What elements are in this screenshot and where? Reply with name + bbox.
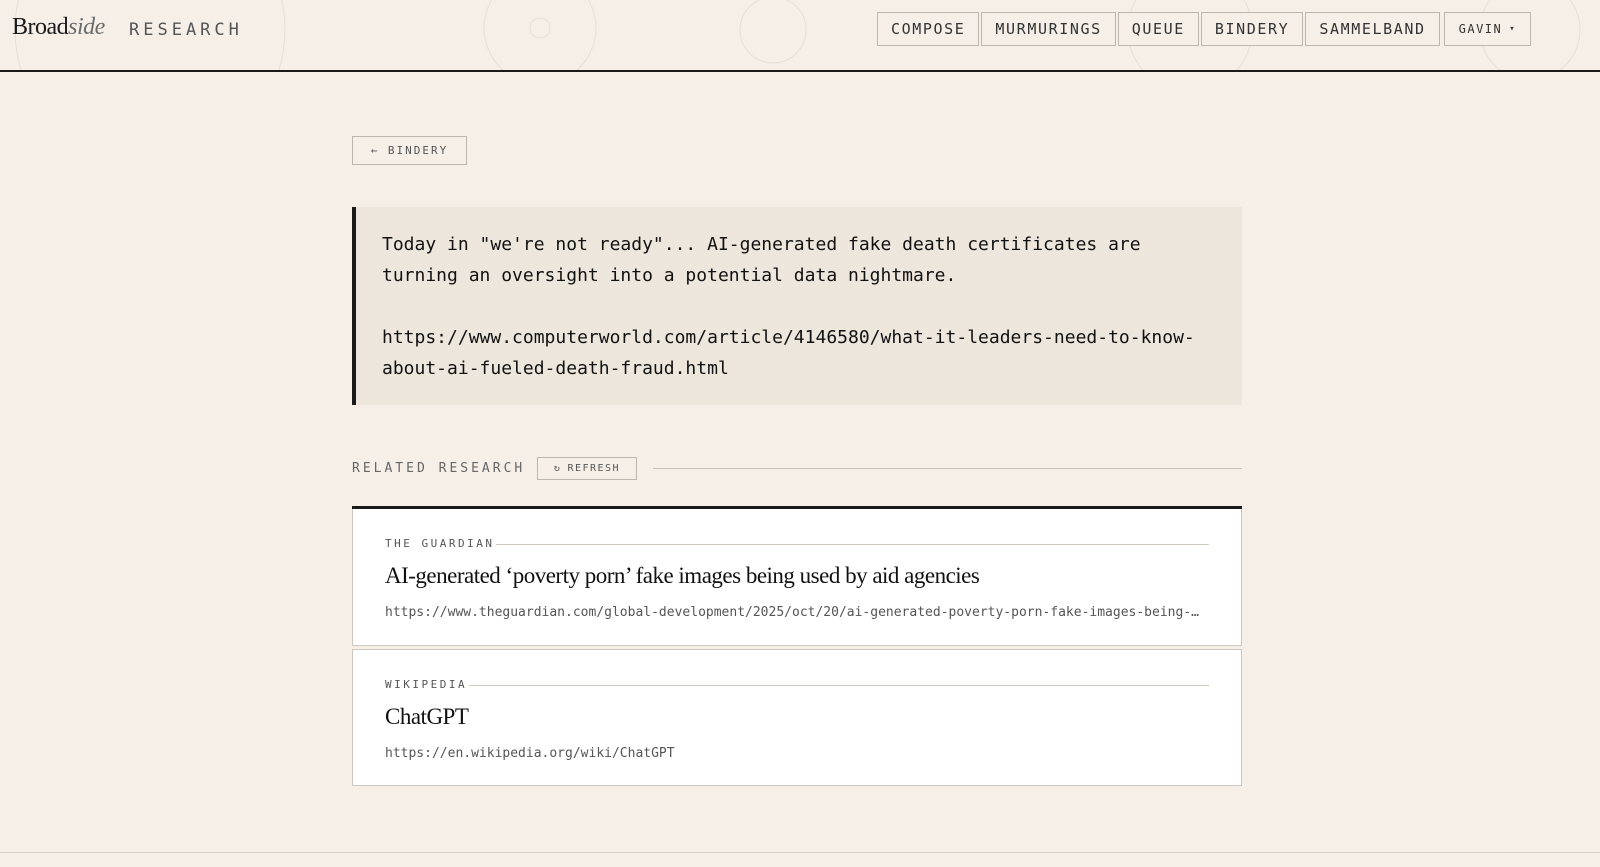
section-title: RESEARCH xyxy=(129,20,243,40)
related-research-label: RELATED RESEARCH xyxy=(352,461,526,476)
brand-main: Broad xyxy=(12,14,69,40)
related-results-list: THE GUARDIAN AI-generated ‘poverty porn’… xyxy=(352,506,1242,786)
nav-bindery[interactable]: BINDERY xyxy=(1200,12,1304,46)
nav-sammelband[interactable]: SAMMELBAND xyxy=(1305,12,1440,46)
chevron-down-icon: ▾ xyxy=(1509,24,1517,34)
nav-queue[interactable]: QUEUE xyxy=(1117,12,1199,46)
user-menu-button[interactable]: GAVIN ▾ xyxy=(1443,12,1532,46)
card-source: WIKIPEDIA xyxy=(385,678,470,691)
related-result-card[interactable]: WIKIPEDIA ChatGPT https://en.wikipedia.o… xyxy=(352,649,1242,786)
card-url[interactable]: https://www.theguardian.com/global-devel… xyxy=(385,605,1203,620)
user-name: GAVIN xyxy=(1458,22,1503,36)
quote-text: Today in "we're not ready"... AI-generat… xyxy=(382,234,1141,286)
card-url[interactable]: https://en.wikipedia.org/wiki/ChatGPT xyxy=(385,746,1203,761)
divider xyxy=(385,685,1209,686)
refresh-label: REFRESH xyxy=(567,463,621,474)
brand-italic: side xyxy=(68,14,105,40)
card-source: THE GUARDIAN xyxy=(385,537,497,550)
footer-divider xyxy=(0,852,1600,853)
back-to-bindery-button[interactable]: ← BINDERY xyxy=(352,136,467,165)
refresh-icon: ↻ xyxy=(553,463,562,474)
divider xyxy=(653,468,1242,469)
brand-logo[interactable]: Broadside xyxy=(12,14,105,41)
card-title[interactable]: AI-generated ‘poverty porn’ fake images … xyxy=(385,563,980,589)
card-title[interactable]: ChatGPT xyxy=(385,704,469,730)
quote-url[interactable]: https://www.computerworld.com/article/41… xyxy=(382,322,1218,384)
nav-murmurings[interactable]: MURMURINGS xyxy=(981,12,1116,46)
card-source-row: THE GUARDIAN xyxy=(385,537,1209,551)
divider xyxy=(385,544,1209,545)
related-research-header: RELATED RESEARCH ↻ REFRESH xyxy=(352,457,1242,481)
top-header: Broadside RESEARCH COMPOSE MURMURINGS QU… xyxy=(0,0,1600,72)
card-source-row: WIKIPEDIA xyxy=(385,678,1209,692)
related-result-card[interactable]: THE GUARDIAN AI-generated ‘poverty porn’… xyxy=(352,509,1242,646)
source-quote: Today in "we're not ready"... AI-generat… xyxy=(352,207,1242,405)
nav-compose[interactable]: COMPOSE xyxy=(877,12,980,46)
main-nav: COMPOSE MURMURINGS QUEUE BINDERY SAMMELB… xyxy=(877,12,1532,46)
refresh-button[interactable]: ↻ REFRESH xyxy=(537,457,637,480)
